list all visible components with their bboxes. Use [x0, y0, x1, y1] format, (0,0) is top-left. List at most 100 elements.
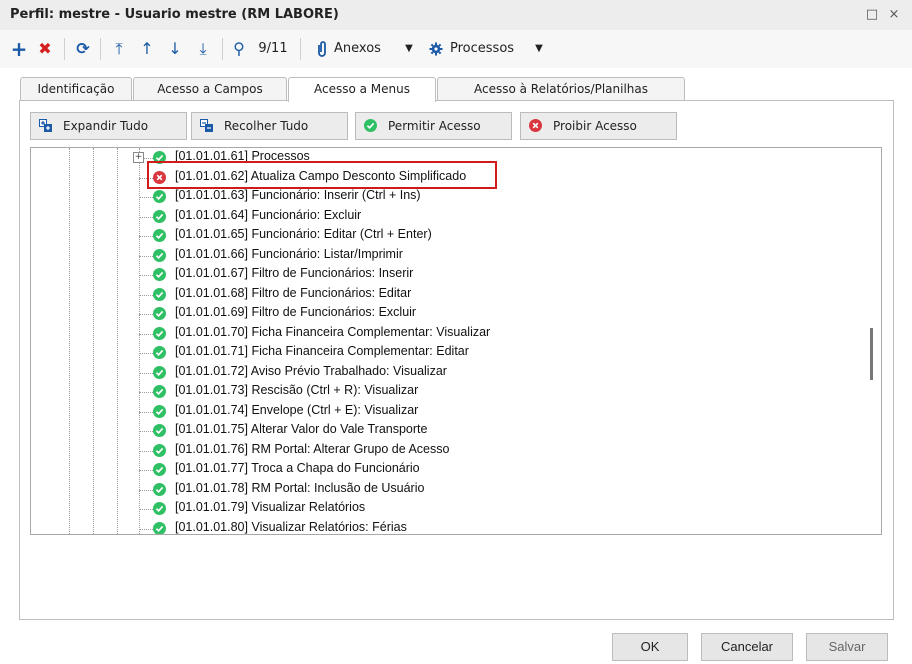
- tab-acesso-campos[interactable]: Acesso a Campos: [133, 77, 287, 100]
- allow-access-label: Permitir Acesso: [388, 119, 481, 133]
- tree-row[interactable]: [01.01.01.63] Funcionário: Inserir (Ctrl…: [31, 187, 851, 207]
- tree-row-label: [01.01.01.78] RM Portal: Inclusão de Usu…: [175, 480, 425, 495]
- tab-identificacao[interactable]: Identificação: [20, 77, 132, 100]
- first-record-icon[interactable]: ⤒: [110, 38, 128, 60]
- x-circle-icon: [529, 119, 542, 132]
- allowed-status-icon: [153, 248, 166, 262]
- tree-row-label: [01.01.01.79] Visualizar Relatórios: [175, 500, 366, 514]
- collapse-all-label: Recolher Tudo: [224, 119, 309, 133]
- tree-row-label: [01.01.01.61] Processos: [175, 149, 310, 163]
- tree-connector: [139, 255, 153, 257]
- allowed-status-icon: [153, 209, 166, 223]
- refresh-icon[interactable]: ⟳: [74, 38, 92, 60]
- tab-acesso-menus[interactable]: Acesso a Menus: [288, 77, 436, 102]
- tree-row[interactable]: [01.01.01.74] Envelope (Ctrl + E): Visua…: [31, 402, 851, 422]
- record-position: 9/11: [258, 41, 288, 56]
- toolbar-separator: [100, 38, 101, 60]
- processes-dropdown-icon[interactable]: ▼: [532, 38, 546, 60]
- tree-row-label: [01.01.01.67] Filtro de Funcionários: In…: [175, 266, 414, 280]
- tree-row-label: [01.01.01.66] Funcionário: Listar/Imprim…: [175, 246, 403, 261]
- tree-row[interactable]: [01.01.01.70] Ficha Financeira Complemen…: [31, 324, 851, 344]
- allowed-status-icon: [153, 229, 166, 242]
- close-window-button[interactable]: ×: [884, 5, 904, 25]
- tree-connector: [139, 177, 153, 179]
- tree-row[interactable]: [01.01.01.72] Aviso Prévio Trabalhado: V…: [31, 363, 851, 383]
- toolbar: + ✖ ⟳ ⤒ ↑ ↓ ⤓ ⚲ 9/11 Anexos ▼ Processos …: [0, 30, 912, 68]
- add-icon[interactable]: +: [10, 38, 28, 60]
- cancel-button[interactable]: Cancelar: [701, 633, 793, 661]
- collapse-all-button[interactable]: Recolher Tudo: [191, 112, 348, 140]
- tree-row[interactable]: [01.01.01.73] Rescisão (Ctrl + R): Visua…: [31, 382, 851, 402]
- tree-row[interactable]: [01.01.01.68] Filtro de Funcionários: Ed…: [31, 285, 851, 305]
- menu-tree[interactable]: + [01.01.01.61] Processos [01.01.01.62] At…: [30, 147, 882, 535]
- tree-row-label: [01.01.01.72] Aviso Prévio Trabalhado: V…: [175, 363, 447, 378]
- tree-row[interactable]: [01.01.01.69] Filtro de Funcionários: Ex…: [31, 304, 851, 324]
- tree-row-label: [01.01.01.70] Ficha Financeira Complemen…: [175, 324, 491, 339]
- tree-connector: [139, 216, 153, 218]
- allowed-status-icon: [153, 268, 166, 281]
- tree-connector: [139, 411, 153, 413]
- tree-row[interactable]: [01.01.01.71] Ficha Financeira Complemen…: [31, 343, 851, 363]
- allowed-status-icon: [153, 502, 166, 515]
- processes-menu[interactable]: Processos: [450, 38, 530, 60]
- paperclip-icon[interactable]: [316, 38, 328, 60]
- tree-row-label: [01.01.01.75] Alterar Valor do Vale Tran…: [175, 422, 428, 436]
- tree-connector: [139, 197, 153, 198]
- save-button[interactable]: Salvar: [806, 633, 888, 661]
- attachments-menu[interactable]: Anexos: [334, 38, 394, 60]
- tree-row[interactable]: [01.01.01.77] Troca a Chapa do Funcionár…: [31, 460, 851, 480]
- last-record-icon[interactable]: ⤓: [194, 38, 212, 60]
- tree-connector: [139, 489, 153, 491]
- tree-row[interactable]: [01.01.01.64] Funcionário: Excluir: [31, 207, 851, 227]
- tree-row-label: [01.01.01.80] Visualizar Relatórios: Fér…: [175, 519, 407, 534]
- tree-row-label: [01.01.01.71] Ficha Financeira Complemen…: [175, 344, 469, 358]
- gear-icon[interactable]: [428, 38, 444, 60]
- attachments-dropdown-icon[interactable]: ▼: [402, 38, 416, 60]
- tree-row[interactable]: [01.01.01.78] RM Portal: Inclusão de Usu…: [31, 480, 851, 500]
- tree-row[interactable]: [01.01.01.62] Atualiza Campo Desconto Si…: [31, 168, 851, 188]
- delete-icon[interactable]: ✖: [36, 38, 54, 60]
- deny-access-label: Proibir Acesso: [553, 119, 637, 133]
- tree-row-label: [01.01.01.64] Funcionário: Excluir: [175, 207, 362, 222]
- allowed-status-icon: [153, 287, 166, 301]
- tree-row[interactable]: [01.01.01.65] Funcionário: Editar (Ctrl …: [31, 226, 851, 246]
- toolbar-separator: [64, 38, 65, 60]
- next-record-icon[interactable]: ↓: [166, 38, 184, 60]
- expand-all-button[interactable]: Expandir Tudo: [30, 112, 187, 140]
- tree-scrollbar[interactable]: [870, 328, 873, 380]
- tree-row[interactable]: [01.01.01.76] RM Portal: Alterar Grupo d…: [31, 441, 851, 461]
- deny-access-button[interactable]: Proibir Acesso: [520, 112, 677, 140]
- restore-window-button[interactable]: □: [862, 5, 882, 25]
- tree-connector: [139, 450, 153, 452]
- tree-expander-icon[interactable]: +: [133, 152, 144, 163]
- tree-connector: [139, 236, 153, 237]
- expand-tree-icon: [39, 119, 52, 132]
- tree-row[interactable]: [01.01.01.67] Filtro de Funcionários: In…: [31, 265, 851, 285]
- allowed-status-icon: [153, 385, 166, 398]
- collapse-tree-icon: [200, 119, 213, 132]
- search-icon[interactable]: ⚲: [230, 38, 248, 60]
- allowed-status-icon: [153, 346, 166, 359]
- previous-record-icon[interactable]: ↑: [138, 38, 156, 60]
- tree-connector: [139, 431, 153, 432]
- allowed-status-icon: [153, 404, 166, 418]
- ok-button[interactable]: OK: [612, 633, 688, 661]
- tree-connector: [139, 314, 153, 315]
- window-title: Perfil: mestre - Usuario mestre (RM LABO…: [10, 7, 339, 22]
- allowed-status-icon: [153, 307, 166, 320]
- tree-row-label: [01.01.01.74] Envelope (Ctrl + E): Visua…: [175, 402, 419, 417]
- tree-row[interactable]: [01.01.01.66] Funcionário: Listar/Imprim…: [31, 246, 851, 266]
- tree-connector: [139, 275, 153, 276]
- check-circle-icon: [364, 119, 377, 132]
- tree-row[interactable]: [01.01.01.80] Visualizar Relatórios: Fér…: [31, 519, 851, 534]
- tab-acesso-relatorios[interactable]: Acesso à Relatórios/Planilhas: [437, 77, 685, 100]
- tree-row[interactable]: [01.01.01.75] Alterar Valor do Vale Tran…: [31, 421, 851, 441]
- allowed-status-icon: [153, 482, 166, 496]
- tree-row-label: [01.01.01.77] Troca a Chapa do Funcionár…: [175, 461, 420, 475]
- tree-row[interactable]: [01.01.01.79] Visualizar Relatórios: [31, 499, 851, 519]
- allow-access-button[interactable]: Permitir Acesso: [355, 112, 512, 140]
- tree-row-label: [01.01.01.76] RM Portal: Alterar Grupo d…: [175, 441, 450, 456]
- allowed-status-icon: [153, 190, 166, 203]
- tree-row[interactable]: + [01.01.01.61] Processos: [31, 148, 851, 168]
- expand-all-label: Expandir Tudo: [63, 119, 149, 133]
